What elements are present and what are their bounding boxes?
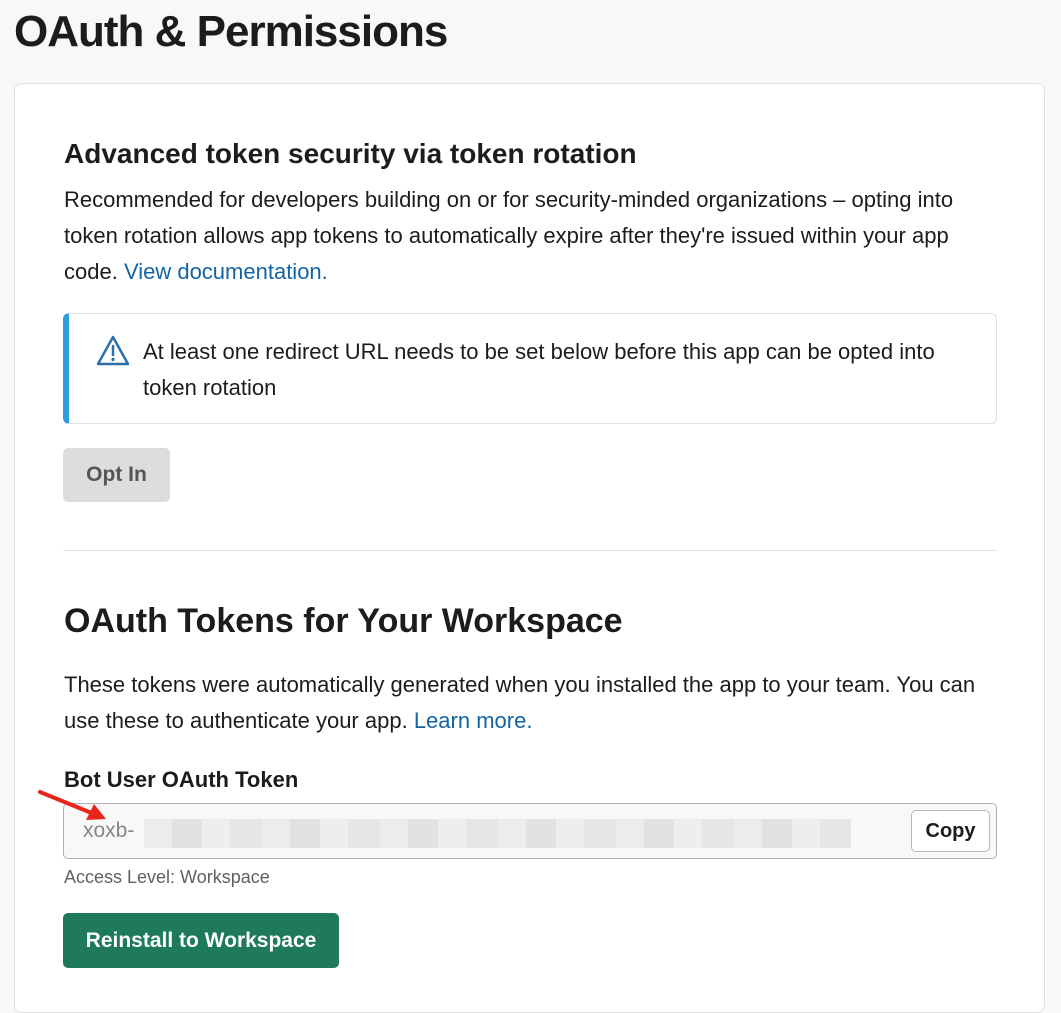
red-arrow-icon [38,790,106,820]
view-documentation-link[interactable]: View documentation. [124,259,328,284]
bot-token-field[interactable]: xoxb- Copy [63,803,997,859]
settings-card: Advanced token security via token rotati… [14,83,1045,1013]
token-rotation-title: Advanced token security via token rotati… [64,138,637,169]
token-redacted-value [144,819,851,848]
token-rotation-description: Recommended for developers building on o… [64,182,999,290]
alert-message: At least one redirect URL needs to be se… [143,339,935,400]
learn-more-link[interactable]: Learn more. [414,708,533,733]
opt-in-button[interactable]: Opt In [63,448,170,502]
warning-triangle-icon [96,335,130,366]
access-level-text: Access Level: Workspace [64,867,270,887]
oauth-tokens-description: These tokens were automatically generate… [64,667,999,739]
reinstall-to-workspace-button[interactable]: Reinstall to Workspace [63,913,339,968]
page-title: OAuth & Permissions [14,7,448,56]
section-divider [63,550,997,551]
oauth-tokens-title: OAuth Tokens for Your Workspace [64,602,623,640]
redirect-url-alert: At least one redirect URL needs to be se… [63,313,997,424]
copy-token-button[interactable]: Copy [911,810,990,852]
